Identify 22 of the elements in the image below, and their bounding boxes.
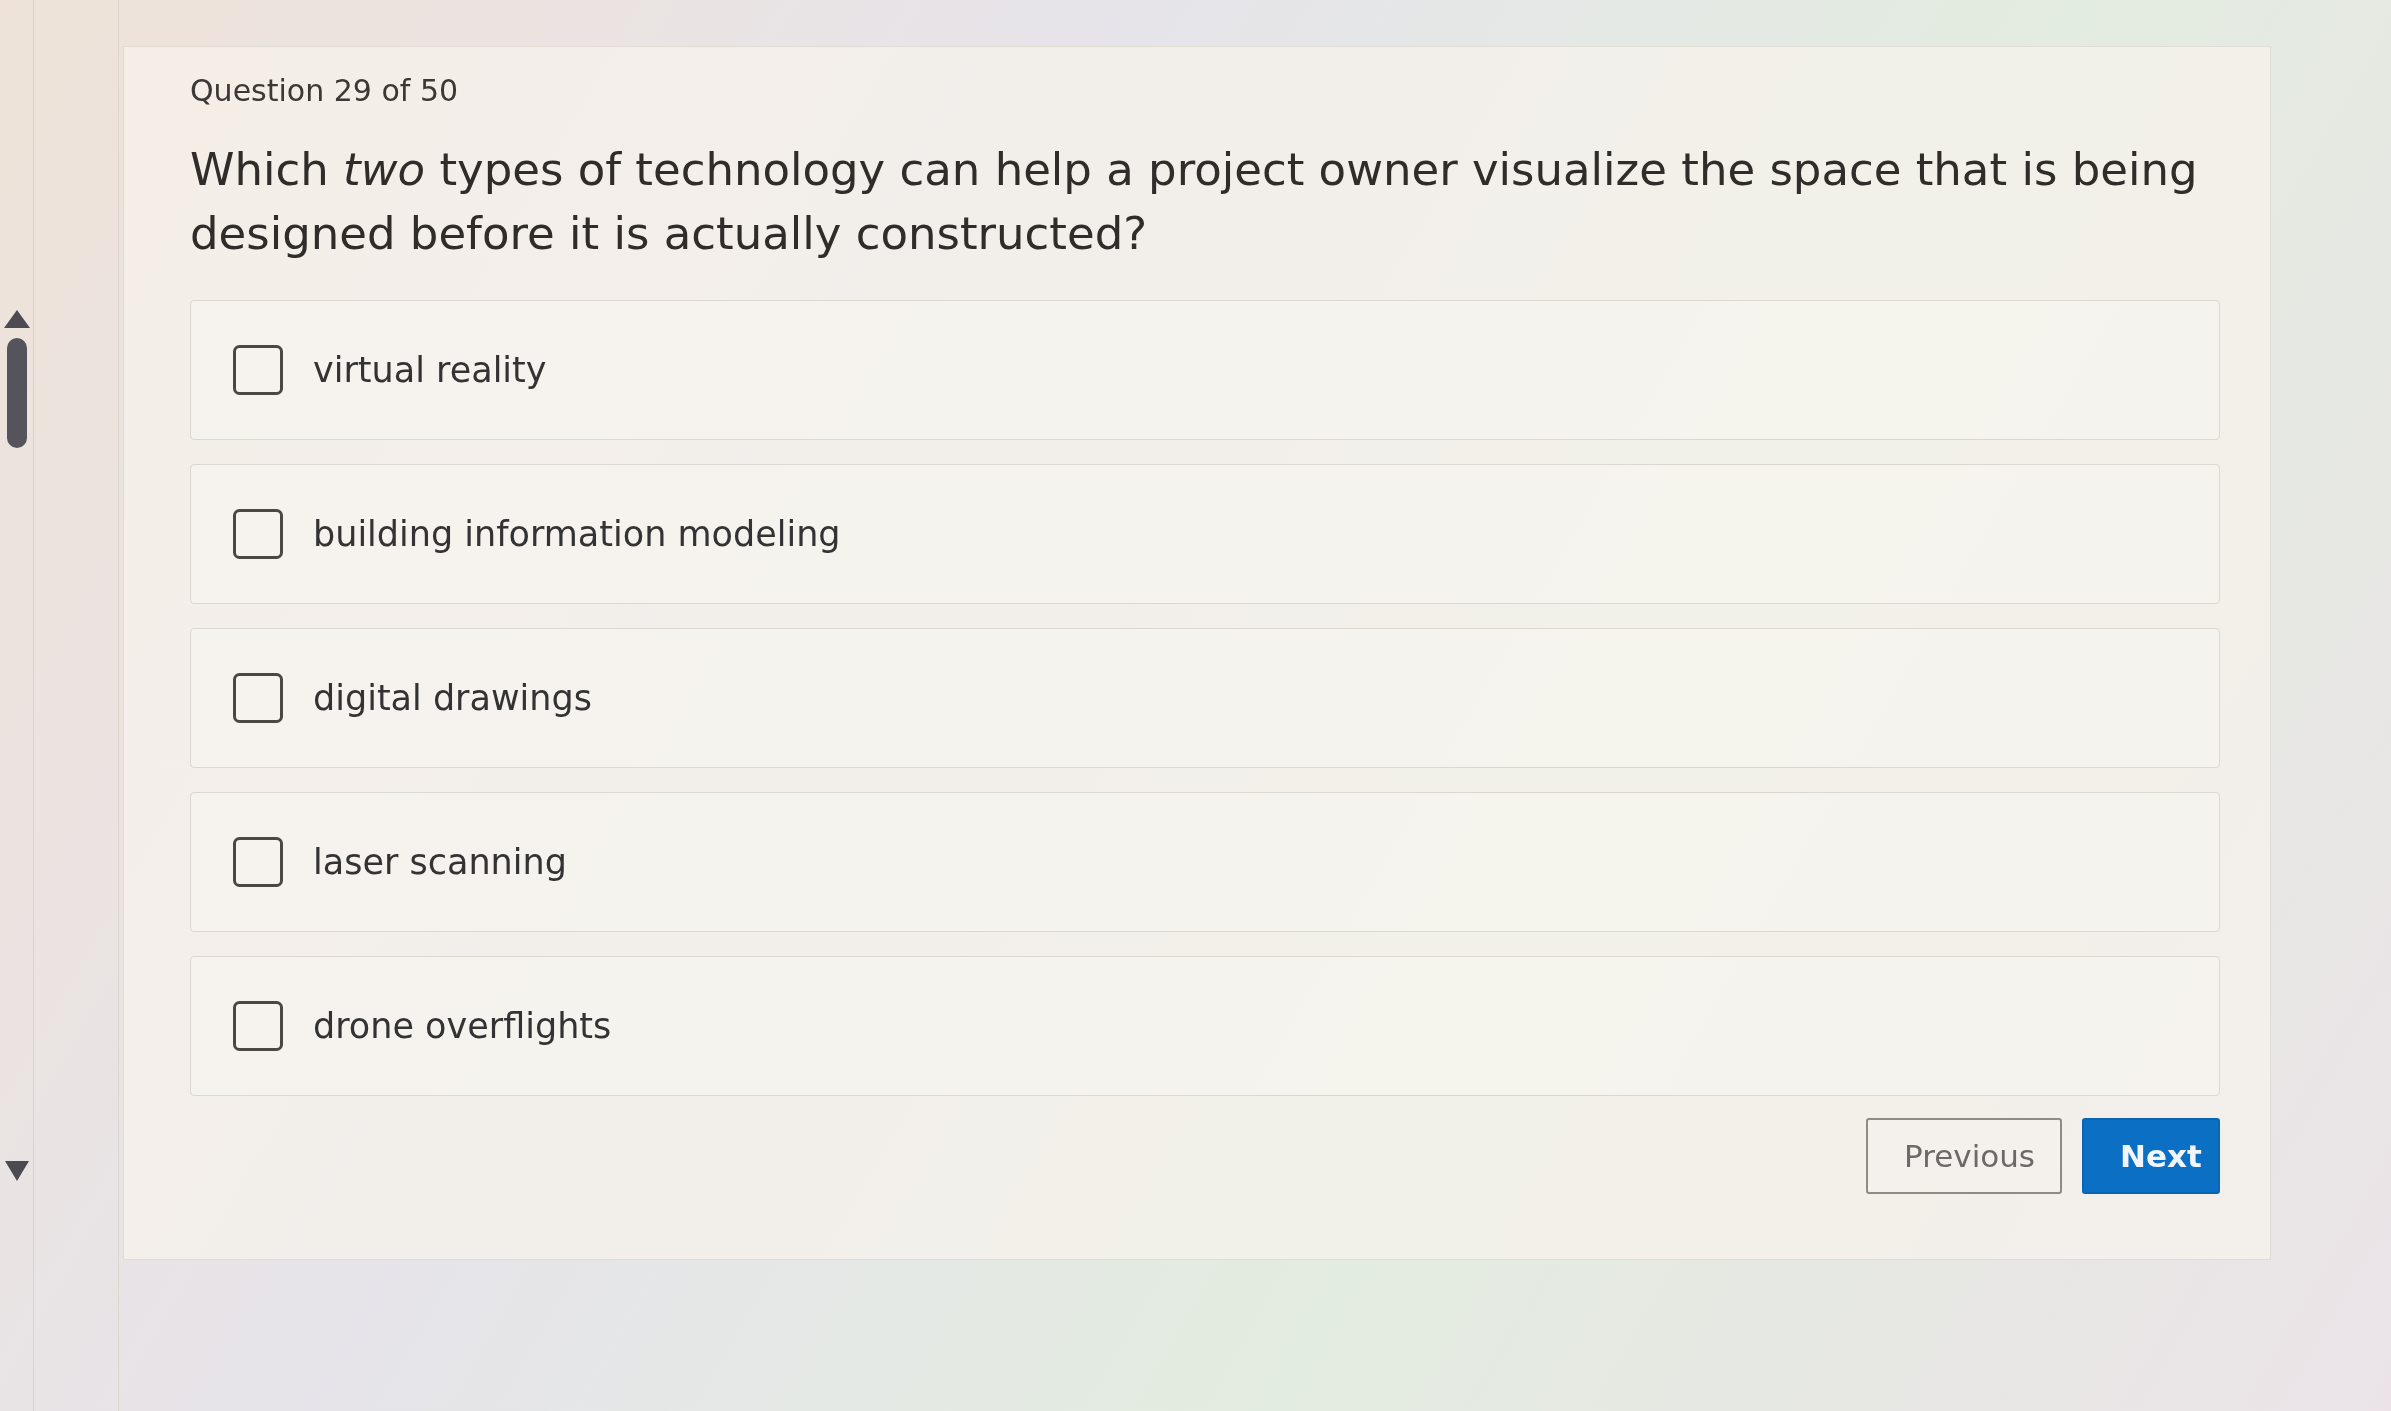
- answer-option[interactable]: laser scanning: [190, 792, 2220, 932]
- checkbox[interactable]: [233, 509, 283, 559]
- checkbox[interactable]: [233, 1001, 283, 1051]
- option-label: laser scanning: [313, 842, 567, 882]
- answer-option[interactable]: building information modeling: [190, 464, 2220, 604]
- checkbox[interactable]: [233, 837, 283, 887]
- option-label: virtual reality: [313, 350, 547, 390]
- answer-option[interactable]: drone overflights: [190, 956, 2220, 1096]
- question-text: Which two types of technology can help a project owner visualize the space that is being designed before it is actually constructed?: [190, 142, 2199, 262]
- scroll-down-icon[interactable]: [4, 1161, 29, 1181]
- option-label: drone overflights: [313, 1006, 612, 1046]
- answer-option[interactable]: virtual reality: [190, 300, 2220, 440]
- answer-option[interactable]: digital drawings: [190, 628, 2220, 768]
- checkbox[interactable]: [233, 673, 283, 723]
- scroll-up-icon[interactable]: [3, 310, 30, 328]
- previous-button[interactable]: Previous: [1866, 1118, 2062, 1194]
- option-label: digital drawings: [313, 678, 592, 718]
- checkbox[interactable]: [233, 345, 283, 395]
- scrollbar-thumb[interactable]: [6, 338, 27, 448]
- question-counter: Question 29 of 50: [190, 73, 459, 108]
- option-label: building information modeling: [313, 514, 841, 554]
- next-button[interactable]: Next: [2082, 1118, 2220, 1194]
